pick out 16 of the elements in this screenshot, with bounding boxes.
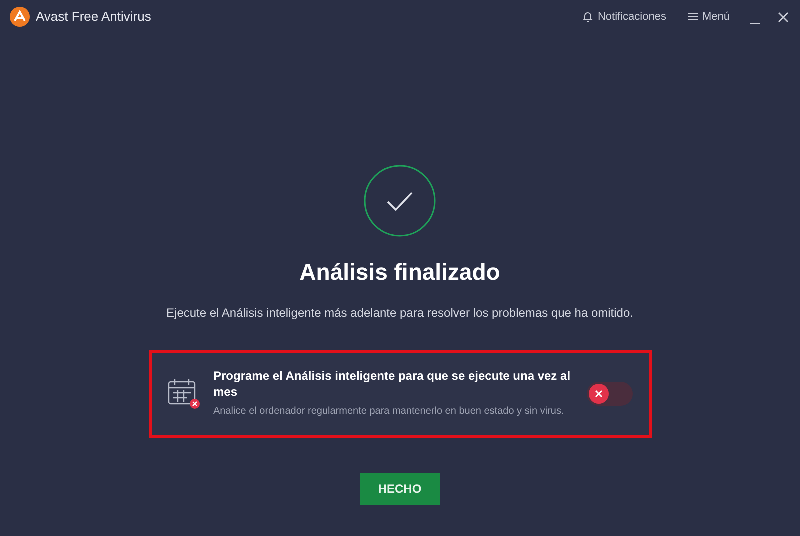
status-message: Ejecute el Análisis inteligente más adelante para resolver los problemas que ha omitido. bbox=[166, 304, 634, 322]
menu-button[interactable]: Menú bbox=[688, 8, 730, 26]
schedule-title: Programe el Análisis inteligente para que se ejecute una vez al mes bbox=[214, 368, 572, 400]
schedule-toggle[interactable] bbox=[586, 382, 632, 406]
notifications-button[interactable]: Notificaciones bbox=[582, 8, 666, 26]
menu-icon bbox=[688, 12, 698, 22]
schedule-description: Analice el ordenador regularmente para mantenerlo en buen estado y sin virus. bbox=[214, 405, 566, 419]
logo-icon bbox=[10, 7, 30, 27]
close-button[interactable] bbox=[776, 10, 790, 24]
bell-icon bbox=[582, 11, 594, 23]
done-button[interactable]: HECHO bbox=[360, 472, 440, 504]
window-title: Avast Free Antivirus bbox=[36, 8, 152, 26]
status-heading: Análisis finalizado bbox=[300, 258, 500, 287]
x-icon bbox=[594, 390, 602, 398]
calendar-icon bbox=[168, 378, 200, 410]
check-icon bbox=[364, 165, 436, 237]
